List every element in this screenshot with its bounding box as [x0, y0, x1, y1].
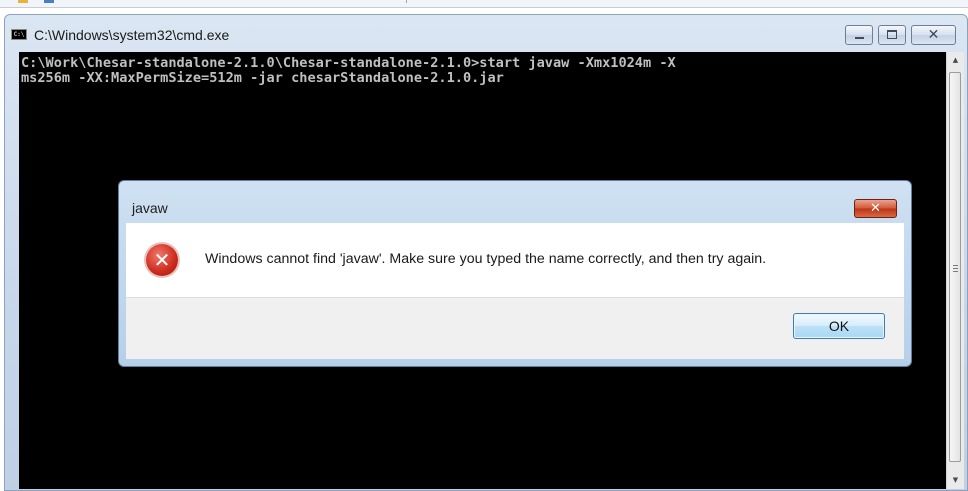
arrow-down-icon[interactable]: ▼: [947, 472, 964, 489]
dialog-title: javaw: [132, 200, 168, 216]
dialog-body: ✕ Windows cannot find 'javaw'. Make sure…: [126, 223, 904, 297]
scroll-thumb[interactable]: [949, 72, 961, 462]
cmd-window-icon[interactable]: C:\: [11, 29, 27, 40]
maximize-button[interactable]: [878, 25, 906, 45]
minimize-icon: [855, 37, 864, 39]
vertical-scrollbar[interactable]: ▲ ▼: [946, 52, 964, 489]
error-x-icon: ✕: [146, 244, 178, 276]
console-line: C:\Work\Chesar-standalone-2.1.0\Chesar-s…: [21, 55, 676, 71]
close-button[interactable]: ✕: [911, 25, 956, 45]
background-window-edge: [0, 0, 968, 8]
error-message: Windows cannot find 'javaw'. Make sure y…: [205, 251, 767, 267]
close-icon: ✕: [927, 27, 940, 43]
cmd-titlebar[interactable]: C:\ C:\Windows\system32\cmd.exe ✕: [5, 15, 967, 53]
grip-line: [953, 268, 958, 269]
maximize-icon: [887, 30, 897, 39]
grip-line: [953, 265, 958, 266]
dialog-close-button[interactable]: ✕: [854, 199, 897, 218]
minimize-button[interactable]: [845, 25, 873, 45]
close-icon: ✕: [870, 201, 881, 216]
background-icon-mark: [18, 0, 28, 3]
window-title: C:\Windows\system32\cmd.exe: [34, 27, 230, 43]
console-line: ms256m -XX:MaxPermSize=512m -jar chesarS…: [21, 70, 504, 86]
arrow-up-icon[interactable]: ▲: [947, 52, 964, 69]
background-divider: [406, 0, 407, 3]
dialog-footer: OK: [126, 297, 904, 359]
ok-button[interactable]: OK: [793, 313, 885, 339]
background-border: [0, 7, 968, 8]
error-dialog: javaw ✕ ✕ Windows cannot find 'javaw'. M…: [118, 180, 912, 367]
background-icon-mark: [44, 0, 54, 3]
grip-line: [953, 271, 958, 272]
